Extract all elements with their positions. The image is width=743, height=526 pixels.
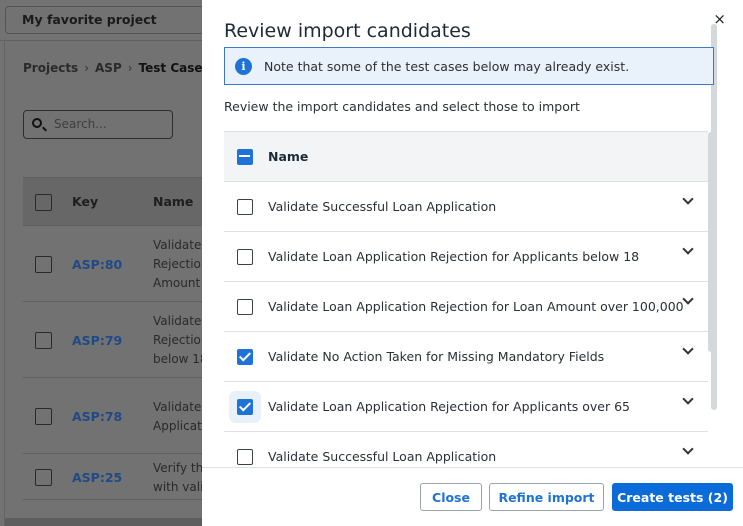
project-selector[interactable]: My favorite project [5,6,220,34]
select-all-checkbox[interactable] [35,194,52,211]
row-checkbox[interactable] [35,408,52,425]
candidate-checkbox[interactable] [237,448,253,465]
table-row[interactable]: ASP:25 Verify th with vali [23,454,213,500]
row-key-link[interactable]: ASP:79 [72,333,122,348]
candidate-name: Validate Loan Application Rejection for … [268,249,640,264]
sidebar-strip [0,40,5,526]
chevron-down-icon[interactable] [682,193,694,205]
breadcrumb: Projects › ASP › Test Cases [23,61,210,75]
row-checkbox[interactable] [35,332,52,349]
info-icon: i [235,57,252,75]
info-text: Note that some of the test cases below m… [264,58,630,74]
search-placeholder: Search... [54,117,107,131]
candidate-name: Validate Loan Application Rejection for … [268,399,630,414]
info-banner: i Note that some of the test cases below … [224,47,714,85]
search-icon [32,118,42,128]
candidate-name: Validate Successful Loan Application [268,199,497,214]
create-tests-button[interactable]: Create tests (2) [612,483,733,511]
breadcrumb-test-cases: Test Cases [138,61,210,75]
candidate-row[interactable]: Validate Loan Application Rejection for … [224,282,708,332]
candidate-row[interactable]: Validate Loan Application Rejection for … [224,382,708,432]
table-row[interactable]: ASP:79 Validate Rejection below 18 [23,302,213,378]
candidate-name: Validate No Action Taken for Missing Man… [268,349,605,364]
breadcrumb-projects[interactable]: Projects [23,61,78,75]
table-row[interactable]: ASP:80 Validate Rejection Amount [23,226,213,302]
candidate-checkbox[interactable] [237,348,253,365]
chevron-down-icon[interactable] [682,443,694,455]
candidate-row[interactable]: Validate Successful Loan Application [224,432,708,467]
import-dialog: Review import candidates × i Note that so… [202,0,743,526]
row-checkbox[interactable] [35,469,52,486]
row-key-link[interactable]: ASP:78 [72,409,122,424]
row-checkbox[interactable] [35,256,52,273]
chevron-down-icon[interactable] [682,393,694,405]
select-all-checkbox[interactable] [237,148,253,165]
horizontal-scrollbar[interactable] [5,518,205,526]
candidates-header: Name [224,131,708,182]
column-name: Name [268,149,309,164]
refine-import-button[interactable]: Refine import [489,483,604,511]
chevron-down-icon[interactable] [682,293,694,305]
row-key-link[interactable]: ASP:80 [72,257,122,272]
search-input[interactable]: Search... [23,110,173,139]
candidate-checkbox[interactable] [237,248,253,265]
dialog-footer: Close Refine import Create tests (2) [202,467,743,526]
breadcrumb-asp[interactable]: ASP [95,61,122,75]
chevron-down-icon[interactable] [682,343,694,355]
candidate-row[interactable]: Validate No Action Taken for Missing Man… [224,332,708,382]
candidate-checkbox[interactable] [237,198,253,215]
row-key-link[interactable]: ASP:25 [72,470,122,485]
column-name: Name [153,194,194,209]
dialog-description: Review the import candidates and select … [224,99,580,114]
candidates-table: Name Validate Successful Loan Applicatio… [224,131,708,467]
column-key: Key [72,194,99,209]
dialog-title: Review import candidates [224,20,471,42]
table-row[interactable]: ASP:78 Validate Applicati [23,378,213,454]
close-button[interactable]: Close [420,483,482,511]
candidate-row[interactable]: Validate Loan Application Rejection for … [224,232,708,282]
candidate-row[interactable]: Validate Successful Loan Application [224,182,708,232]
candidate-name: Validate Loan Application Rejection for … [268,299,684,314]
chevron-down-icon[interactable] [682,243,694,255]
candidate-checkbox[interactable] [237,398,253,415]
candidate-checkbox[interactable] [237,298,253,315]
table-header: Key Name [23,177,213,226]
candidate-name: Validate Successful Loan Application [268,449,497,464]
table-scrollbar[interactable] [708,132,714,352]
